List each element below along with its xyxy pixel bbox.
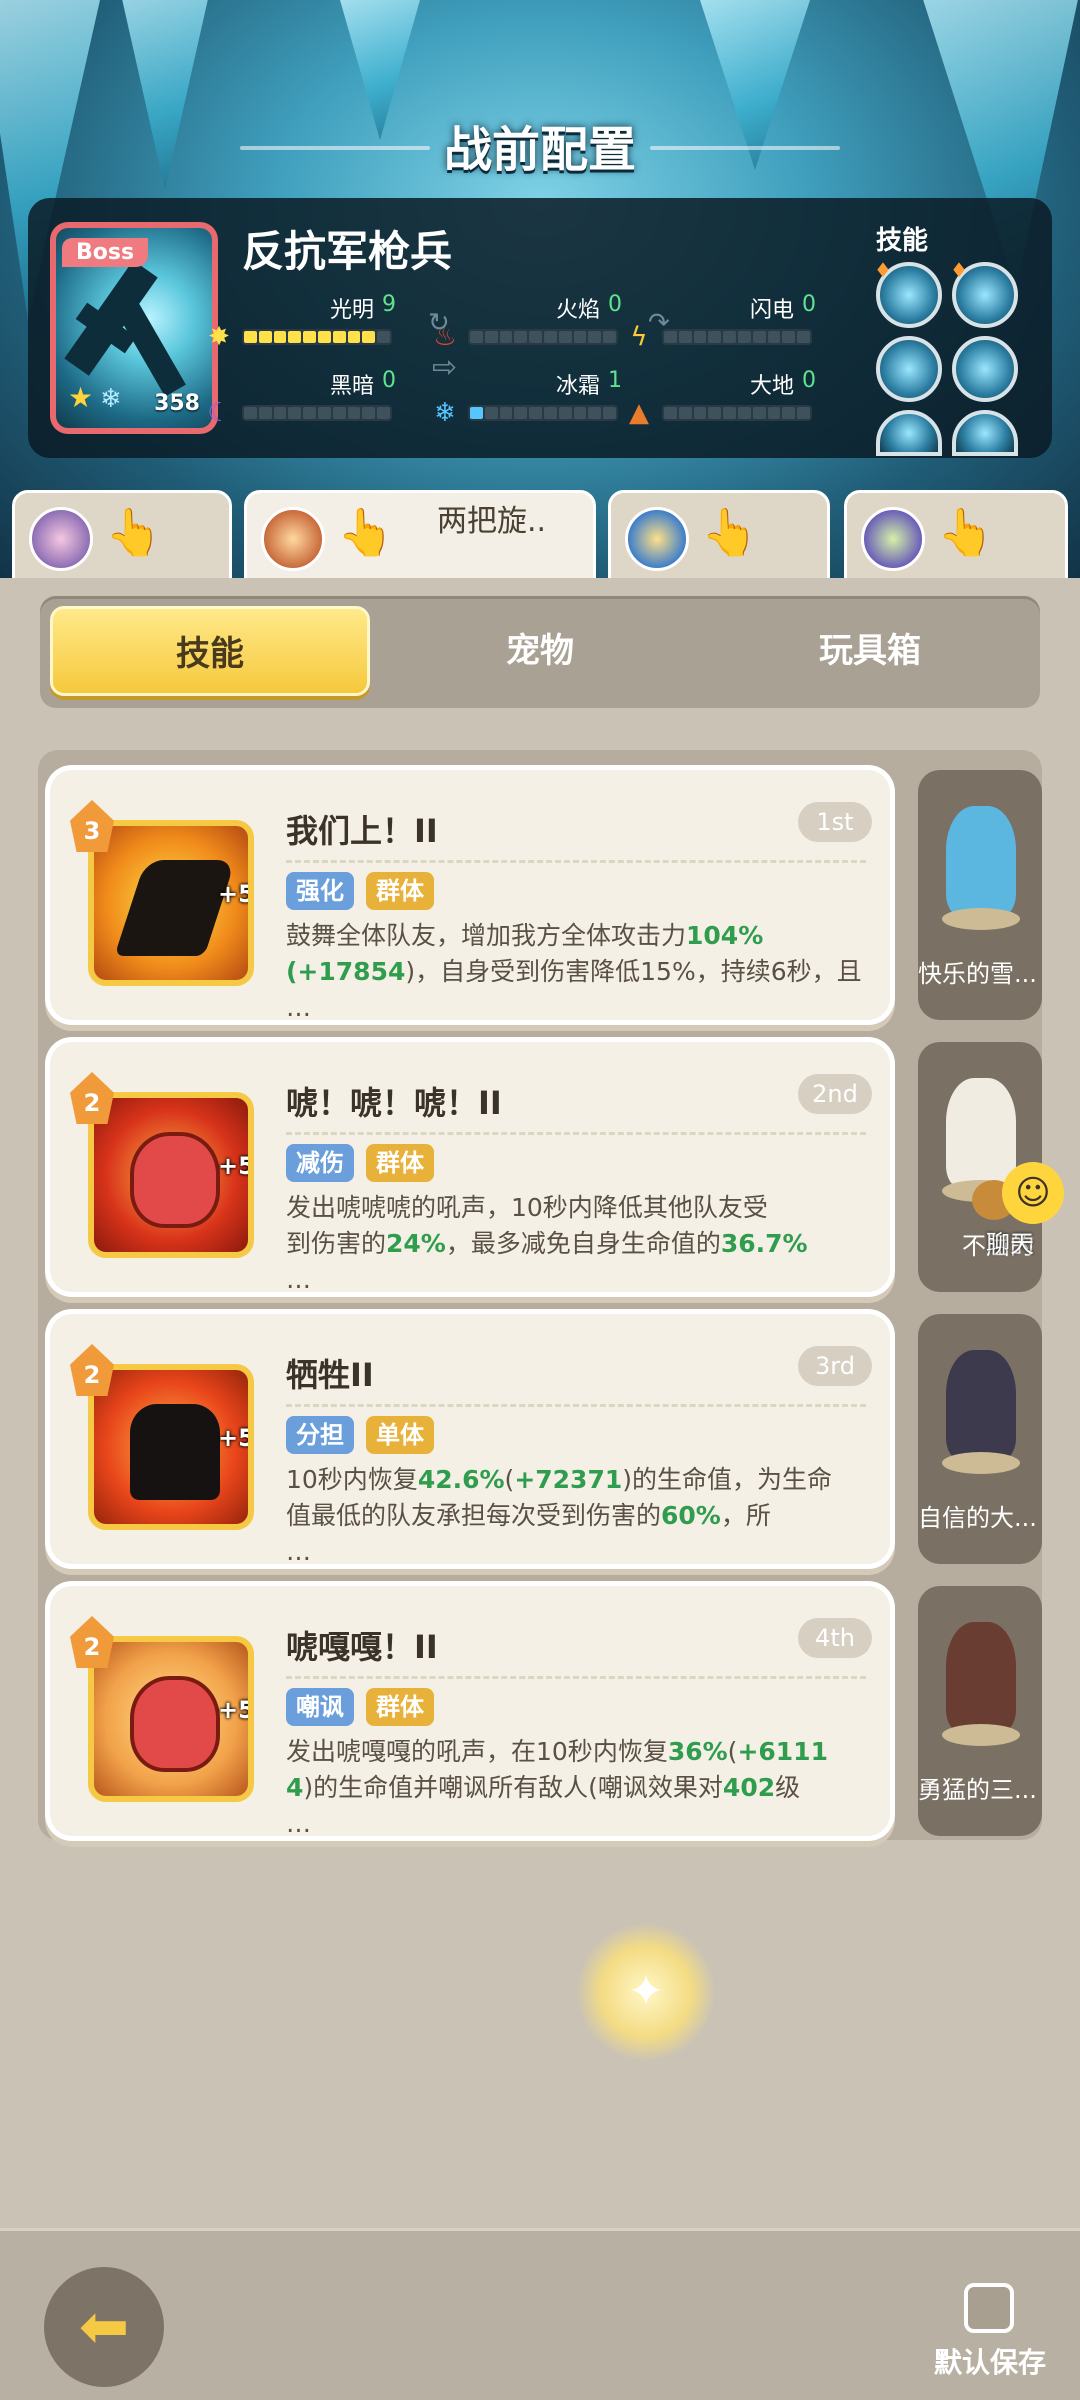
flame-icon: ♨ [433, 322, 457, 352]
sun-icon: ✸ [208, 322, 230, 352]
snowflake-icon: ❄ [434, 398, 456, 428]
skill-tag: 分担 [286, 1416, 354, 1454]
skill-tag: 群体 [366, 1144, 434, 1182]
star-icon: ★ [68, 381, 94, 414]
skill-level-badge: 2 [70, 1344, 114, 1396]
smile-icon: ☺ [1002, 1162, 1064, 1224]
element-bar [662, 329, 812, 345]
arrow-left-icon: ⬅ [78, 2292, 130, 2362]
tab-toybox[interactable]: 玩具箱 [710, 606, 1030, 696]
boss-level: 358 [154, 391, 200, 416]
boss-skill-icon[interactable] [952, 336, 1018, 402]
boss-skills-label: 技能 [876, 226, 929, 256]
main-panel: 技能 宠物 玩具箱 +50 UP 3 我们上！II 1st 强化 群体 鼓舞全体… [0, 578, 1080, 2228]
element-bar [242, 405, 392, 421]
pet-figure [946, 1350, 1016, 1460]
boss-skill-icon[interactable] [876, 336, 942, 402]
skill-card[interactable]: +50 UP 2 牺牲II 3rd 分担 单体 10秒内恢复42.6%(+723… [50, 1314, 890, 1566]
pet-name: 勇猛的三... [918, 1776, 1037, 1804]
skill-rank: 3rd [798, 1346, 872, 1386]
pet-card[interactable]: 勇猛的三... [918, 1586, 1042, 1836]
skill-card[interactable]: +50 UP 2 唬嘎嘎！II 4th 嘲讽 群体 发出唬嘎嘎的吼声，在10秒内… [50, 1586, 890, 1838]
boss-info-panel: Boss ★ ❄ 358 反抗军枪兵 光明 9 ✸ ↻ 火焰 0 ♨ ↷ 闪电 … [28, 198, 1052, 458]
moon-icon: ☾ [207, 398, 231, 428]
bottom-bar: ⬅ 默认保存 [0, 2228, 1080, 2400]
page-title: 战前配置 [443, 122, 636, 178]
skill-rank: 4th [798, 1618, 872, 1658]
snowflake-icon: ❄ [100, 384, 122, 414]
hero-tab-4[interactable]: 👆 [844, 490, 1068, 582]
pet-card[interactable]: 快乐的雪... [918, 770, 1042, 1020]
skill-tag: 群体 [366, 1688, 434, 1726]
skill-level-badge: 2 [70, 1072, 114, 1124]
boss-name: 反抗军枪兵 [242, 227, 453, 276]
element-bar [662, 405, 812, 421]
mountain-icon: ▲ [629, 398, 649, 428]
boss-skill-icon[interactable]: ♦ [874, 258, 942, 328]
skill-card[interactable]: +50 UP 3 我们上！II 1st 强化 群体 鼓舞全体队友，增加我方全体攻… [50, 770, 890, 1022]
skill-level-badge: 3 [70, 800, 114, 852]
skill-level-badge: 2 [70, 1616, 114, 1668]
default-save-checkbox[interactable] [964, 2283, 1014, 2333]
hero-tab-1[interactable]: 👆 [12, 490, 232, 582]
hero-name: 两把旋.. [437, 505, 547, 539]
skill-description: 发出唬唬唬的吼声，10秒内降低其他队友受 到伤害的24%，最多减免自身生命值的3… [286, 1193, 808, 1294]
skill-name: 牺牲II [286, 1356, 374, 1394]
skill-name: 我们上！II [286, 812, 438, 850]
skill-tag: 嘲讽 [286, 1688, 354, 1726]
pet-name: 自信的大... [918, 1504, 1037, 1532]
skill-card[interactable]: +50 UP 2 唬！唬！唬！II 2nd 减伤 群体 发出唬唬唬的吼声，10秒… [50, 1042, 890, 1294]
pet-name: 快乐的雪... [918, 960, 1037, 988]
skill-tag: 单体 [366, 1416, 434, 1454]
hero-avatar [861, 507, 925, 571]
skill-description: 发出唬嘎嘎的吼声，在10秒内恢复36%(+6111 4)的生命值并嘲讽所有敌人(… [286, 1737, 828, 1838]
hand-icon: 👆 [701, 505, 759, 559]
skill-icon: +50 UP [88, 1092, 254, 1258]
element-bar [468, 405, 618, 421]
boss-skill-icon[interactable] [952, 410, 1018, 456]
skill-tag: 群体 [366, 872, 434, 910]
skill-name: 唬！唬！唬！II [286, 1084, 502, 1122]
pet-figure [946, 1622, 1016, 1732]
hand-icon: 👆 [105, 505, 163, 559]
tab-skills[interactable]: 技能 [50, 606, 370, 696]
skill-rank: 2nd [798, 1074, 872, 1114]
hero-tab-3[interactable]: 👆 [608, 490, 830, 582]
default-save-label: 默认保存 [934, 2346, 1047, 2379]
hero-tab-2[interactable]: 👆 两把旋.. [244, 490, 596, 582]
skill-icon: +50 UP [88, 1364, 254, 1530]
skill-tag: 减伤 [286, 1144, 354, 1182]
sparkle-icon[interactable]: ✦ [576, 1922, 716, 2062]
lightning-icon: ϟ [630, 322, 648, 352]
hero-avatar [625, 507, 689, 571]
hero-avatar [29, 507, 93, 571]
skill-name: 唬嘎嘎！II [286, 1628, 438, 1666]
back-button[interactable]: ⬅ [44, 2267, 164, 2387]
skill-icon: +50 UP [88, 820, 254, 986]
tab-pets[interactable]: 宠物 [380, 606, 700, 696]
boss-badge: Boss [62, 238, 149, 267]
pet-figure [946, 806, 1016, 916]
boss-portrait[interactable]: Boss ★ ❄ 358 [50, 222, 218, 434]
skill-tag: 强化 [286, 872, 354, 910]
skill-description: 鼓舞全体队友，增加我方全体攻击力104%(+17854)，自身受到伤害降低15%… [286, 921, 862, 1022]
boss-skill-icon[interactable]: ♦ [950, 258, 1018, 328]
arrow-right-icon: ⇨ [432, 350, 458, 385]
element-bar [468, 329, 618, 345]
skill-list: +50 UP 3 我们上！II 1st 强化 群体 鼓舞全体队友，增加我方全体攻… [38, 750, 1042, 1840]
skill-description: 10秒内恢复42.6%(+72371)的生命值，为生命 值最低的队友承担每次受到… [286, 1465, 833, 1566]
element-lightning: 闪电 0 ϟ [630, 292, 904, 352]
element-earth: 大地 0 ▲ [629, 368, 904, 428]
hand-icon: 👆 [937, 505, 995, 559]
chat-label: 聊天 [986, 1230, 1034, 1258]
chat-button[interactable]: ☺ 聊天 [972, 1156, 1072, 1266]
element-bar [242, 329, 392, 345]
hand-icon: 👆 [337, 505, 395, 559]
skill-rank: 1st [798, 802, 872, 842]
pet-card[interactable]: 自信的大... [918, 1314, 1042, 1564]
hero-avatar [261, 507, 325, 571]
skill-icon: +50 UP [88, 1636, 254, 1802]
category-tabbar: 技能 宠物 玩具箱 [40, 596, 1040, 708]
